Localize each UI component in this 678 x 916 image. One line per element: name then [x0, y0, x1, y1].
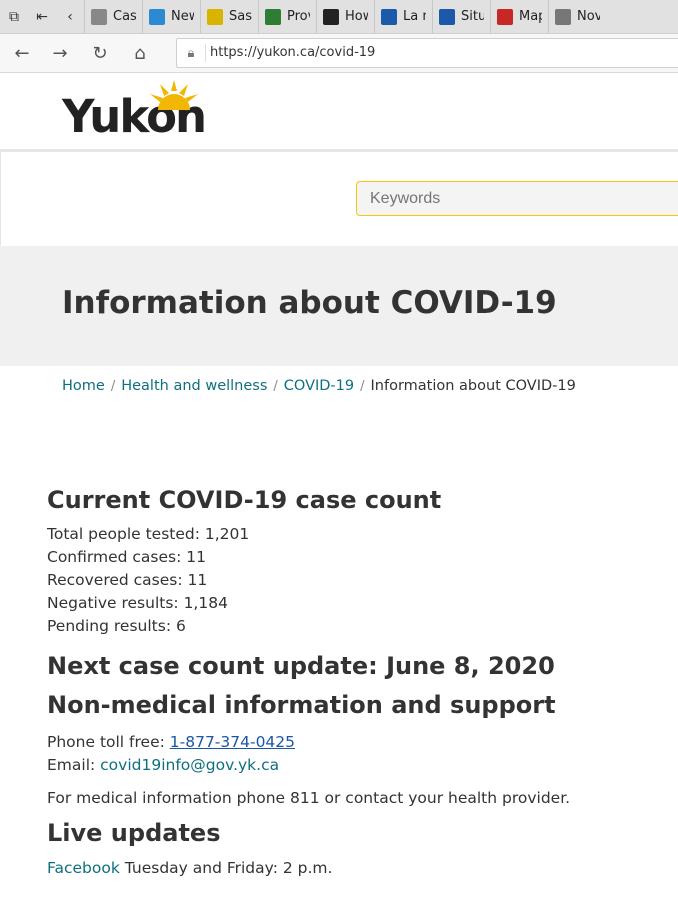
contact-info: Phone toll free: 1-877-374-0425 Email: c… [47, 731, 667, 777]
browser-tab-label: La m [403, 9, 426, 24]
browser-tab[interactable]: Sask [200, 0, 258, 33]
url-field[interactable]: 🔒︎ https://yukon.ca/covid-19 [176, 38, 678, 68]
browser-tab-strip: ⧉ ⇤ ‹ Case New Sask Prov How La m Situ Map Nov [0, 0, 678, 34]
wheat-icon [207, 8, 223, 25]
breadcrumb: Home / Health and wellness / COVID-19 / … [62, 378, 576, 394]
tab-actions-icon[interactable]: ⧉ [0, 0, 28, 33]
set-aside-tabs-icon[interactable]: ⇤ [28, 0, 56, 33]
map-icon [497, 8, 513, 25]
breadcrumb-health-and-wellness[interactable]: Health and wellness [121, 378, 267, 394]
browser-tab[interactable]: Map [490, 0, 548, 33]
search-input[interactable] [356, 181, 678, 216]
stat-negative: Negative results: 1,184 [47, 594, 228, 612]
case-count-list: Total people tested: 1,201 Confirmed cas… [47, 523, 667, 638]
browser-tab[interactable]: Situ [432, 0, 490, 33]
browser-tab-label: Prov [287, 9, 310, 24]
browser-tab-label: Sask [229, 9, 252, 24]
page-icon [91, 8, 107, 25]
forward-icon[interactable]: → [42, 34, 78, 72]
facebook-link[interactable]: Facebook [47, 859, 120, 877]
stat-pending: Pending results: 6 [47, 617, 186, 635]
hero-banner: Information about COVID-19 [0, 246, 678, 366]
live-schedule: Tuesday and Friday: 2 p.m. [119, 859, 333, 877]
home-icon[interactable]: ⌂ [122, 34, 158, 72]
browser-tab[interactable]: Nov [548, 0, 606, 33]
refresh-icon[interactable]: ↻ [82, 34, 118, 72]
site-header: Yukon [0, 73, 678, 152]
browser-tab-label: Situ [461, 9, 484, 24]
stat-total-tested: Total people tested: 1,201 [47, 525, 250, 543]
url-text[interactable]: https://yukon.ca/covid-19 [205, 44, 375, 62]
phone-link[interactable]: 1-877-374-0425 [170, 733, 295, 751]
browser-tab[interactable]: Case [84, 0, 142, 33]
browser-tab-label: Case [113, 9, 136, 24]
fleur-de-lis-icon [439, 8, 455, 25]
scroll-tabs-left-icon[interactable]: ‹ [56, 0, 84, 33]
live-updates-line: Facebook Tuesday and Friday: 2 p.m. [47, 859, 667, 877]
support-heading: Non-medical information and support [47, 691, 556, 719]
case-count-heading: Current COVID-19 case count [47, 486, 442, 514]
stat-confirmed: Confirmed cases: 11 [47, 548, 206, 566]
breadcrumb-separator: / [360, 378, 365, 394]
browser-tab-label: Map [519, 9, 542, 24]
page-title: Information about COVID-19 [62, 285, 557, 321]
newspaper-icon [555, 8, 571, 25]
email-label: Email: [47, 756, 101, 774]
browser-tab[interactable]: Prov [258, 0, 316, 33]
lock-icon: 🔒︎ [187, 45, 195, 61]
browser-tab-label: How [345, 9, 368, 24]
email-link[interactable]: covid19info@gov.yk.ca [100, 756, 279, 774]
browser-tab[interactable]: How [316, 0, 374, 33]
main-content: Current COVID-19 case count Total people… [47, 486, 667, 877]
browser-tab-label: New [171, 9, 194, 24]
stat-recovered: Recovered cases: 11 [47, 571, 208, 589]
yukon-logo[interactable]: Yukon [62, 80, 207, 141]
breadcrumb-separator: / [110, 378, 116, 394]
email-line: Email: covid19info@gov.yk.ca [47, 754, 667, 777]
breadcrumb-covid-19[interactable]: COVID-19 [284, 378, 354, 394]
sun-logo-icon [150, 80, 198, 110]
next-update-heading: Next case count update: June 8, 2020 [47, 652, 555, 680]
browser-tab-label: Nov [577, 9, 600, 24]
address-bar: ← → ↻ ⌂ 🔒︎ https://yukon.ca/covid-19 [0, 34, 678, 73]
breadcrumb-home[interactable]: Home [62, 378, 105, 394]
shield-icon [323, 8, 339, 25]
back-icon[interactable]: ← [4, 34, 40, 72]
browser-tab[interactable]: La m [374, 0, 432, 33]
live-updates-heading: Live updates [47, 819, 221, 847]
medical-note: For medical information phone 811 or con… [47, 789, 571, 807]
phone-label: Phone toll free: [47, 733, 170, 751]
breadcrumb-current: Information about COVID-19 [370, 378, 576, 394]
search-band [0, 152, 678, 246]
phone-line: Phone toll free: 1-877-374-0425 [47, 731, 667, 754]
new-tab-icon [149, 8, 165, 25]
fleur-de-lis-icon [381, 8, 397, 25]
breadcrumb-separator: / [273, 378, 278, 394]
flag-icon [265, 8, 281, 25]
browser-tab[interactable]: New [142, 0, 200, 33]
